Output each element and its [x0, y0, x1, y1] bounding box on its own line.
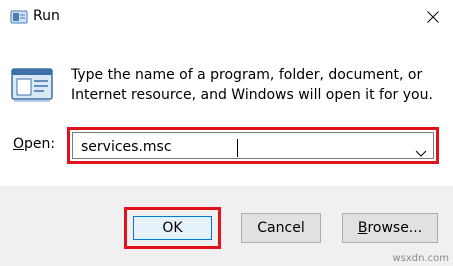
dialog-body: Type the name of a program, folder, docu… — [0, 36, 453, 186]
browse-button[interactable]: Browse... — [342, 213, 438, 243]
ok-button-highlight: OK — [124, 207, 221, 249]
chevron-down-icon[interactable] — [415, 143, 427, 157]
run-program-icon — [10, 66, 56, 104]
browse-label: rowse... — [367, 220, 423, 236]
watermark: wsxdn.com — [392, 253, 449, 264]
open-label-mnemonic: O — [13, 136, 25, 152]
close-button[interactable] — [413, 0, 453, 34]
open-label: Open: — [13, 136, 55, 152]
title-bar: Run — [0, 0, 453, 36]
run-icon — [10, 9, 28, 24]
cancel-button[interactable]: Cancel — [241, 213, 321, 243]
open-label-text: pen: — [24, 136, 56, 152]
browse-mnemonic: B — [357, 220, 368, 236]
close-icon — [427, 8, 439, 27]
text-caret — [237, 139, 238, 157]
ok-button[interactable]: OK — [133, 216, 212, 240]
window-title: Run — [33, 8, 60, 24]
open-input-highlight: services.msc — [67, 127, 439, 164]
dialog-description: Type the name of a program, folder, docu… — [71, 67, 433, 103]
open-combobox[interactable]: services.msc — [72, 132, 434, 159]
button-bar: OK Cancel Browse... wsxdn.com — [0, 186, 453, 266]
open-input[interactable]: services.msc — [81, 139, 172, 155]
run-dialog: Run Type the name of a program, folder, … — [0, 0, 453, 266]
